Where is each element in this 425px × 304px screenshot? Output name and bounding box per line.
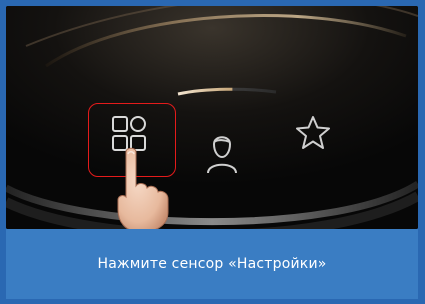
panel-background (6, 6, 418, 229)
device-control-panel (6, 6, 418, 229)
instruction-caption: Нажмите сенсор «Настройки» (6, 229, 418, 299)
pointing-hand-icon (117, 147, 169, 229)
star-icon[interactable] (294, 114, 332, 150)
instruction-card: Нажмите сенсор «Настройки» (0, 0, 425, 304)
user-icon[interactable] (206, 130, 238, 174)
instruction-text: Нажмите сенсор «Настройки» (97, 256, 327, 272)
